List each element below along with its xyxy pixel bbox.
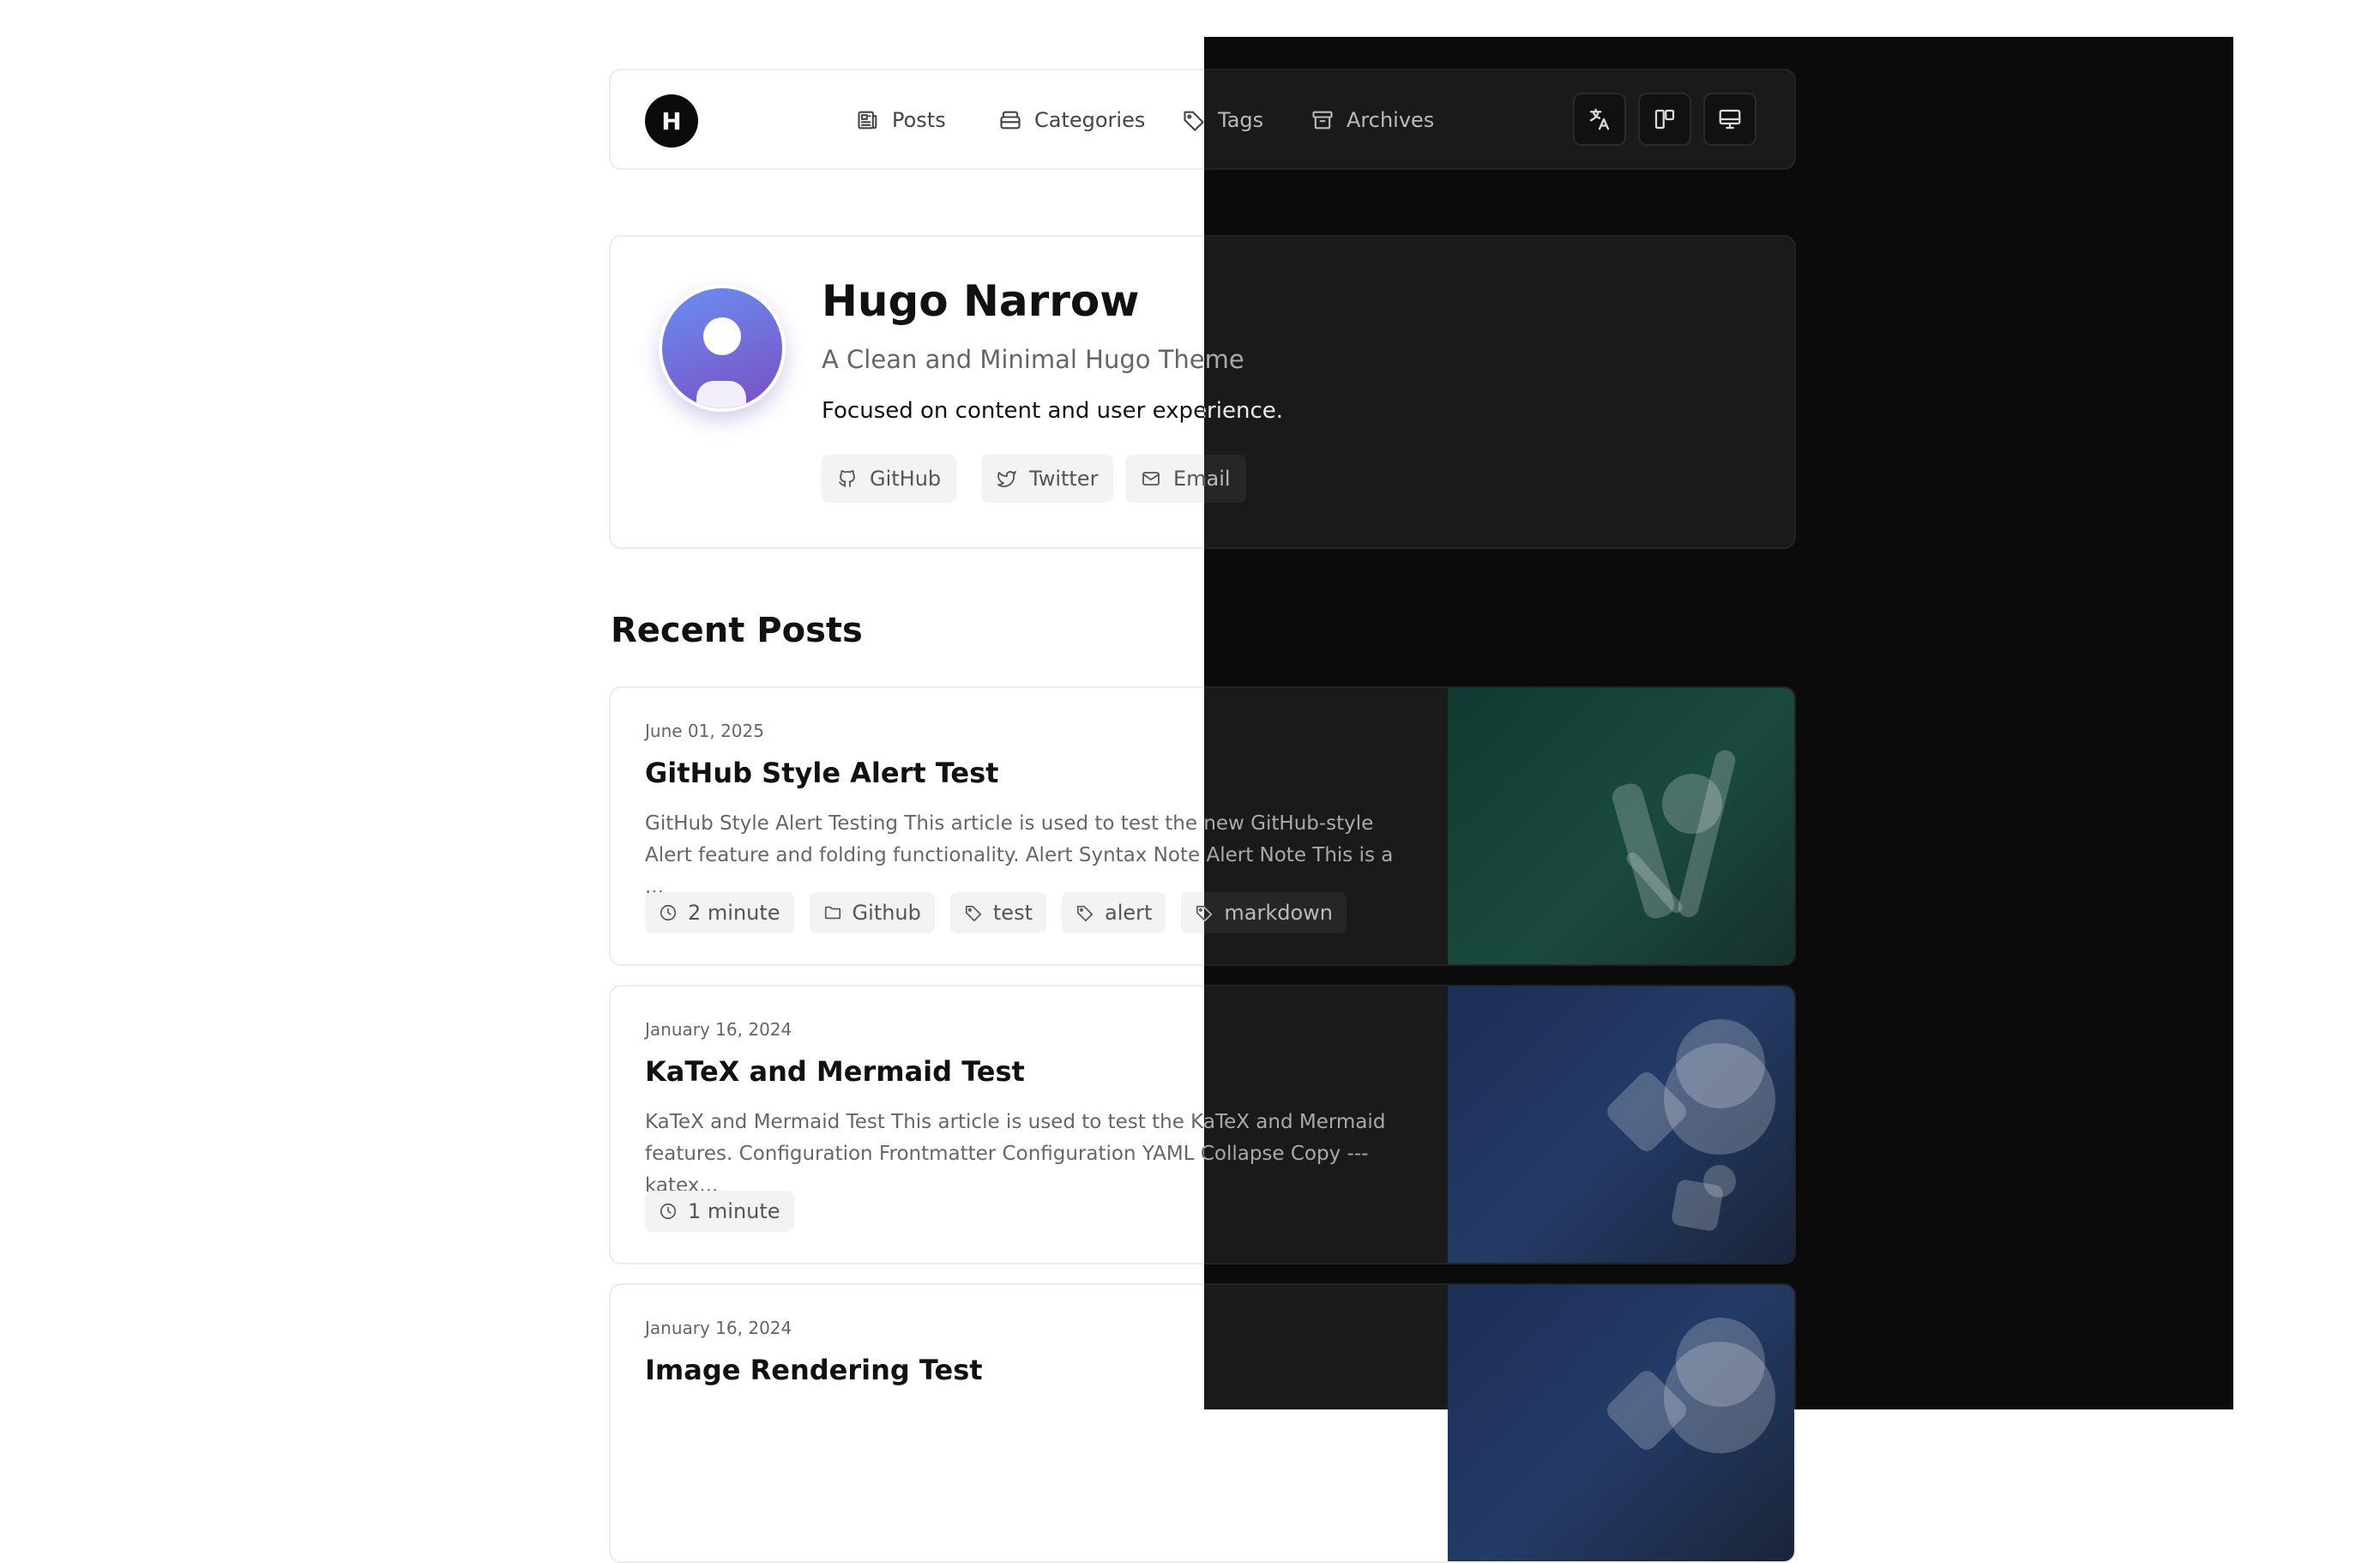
tag-label: markdown [1224, 901, 1334, 925]
thumbnail-shape [1662, 774, 1722, 834]
profile-card: Hugo Narrow A Clean and Minimal Hugo The… [1204, 235, 1796, 549]
folder-icon [1000, 111, 1021, 130]
github-link[interactable]: GitHub [822, 455, 957, 503]
clock-icon [660, 1203, 677, 1220]
twitter-link[interactable]: Twitter [981, 455, 1114, 503]
tag-icon [1204, 906, 1213, 921]
avatar-body-shape [696, 381, 746, 408]
nav-item-label: Tags [1218, 108, 1264, 132]
category-label: Github [852, 901, 921, 925]
language-switch-button[interactable] [1573, 93, 1626, 146]
thumbnail-shape [1703, 1165, 1736, 1198]
folder-icon [824, 906, 841, 920]
profile-tagline: A Clean and Minimal Hugo Theme [1204, 345, 1244, 374]
profile-name: Hugo Narrow [822, 276, 1140, 326]
github-icon [839, 470, 855, 487]
language-icon [1589, 108, 1610, 130]
layout-icon [1654, 109, 1675, 130]
top-navbar: H Posts Categories Tags Archives [1204, 69, 1796, 170]
tag-icon [1204, 108, 1206, 132]
profile-description: Focused on content and user experience. [1204, 398, 1284, 424]
post-meta: 2 minute Github test alert markdown [1204, 892, 1347, 933]
avatar [659, 285, 786, 412]
tag-icon [1076, 905, 1094, 921]
post-date: January 16, 2024 [645, 1019, 792, 1040]
reading-time-chip: 2 minute [645, 892, 794, 933]
recent-posts-heading: Recent Posts [611, 611, 863, 650]
nav-item-tags[interactable]: Tags [1204, 101, 1263, 139]
reading-time-chip: 1 minute [645, 1191, 794, 1232]
nav-item-posts[interactable]: Posts [856, 101, 946, 139]
tag-chip[interactable]: test [949, 892, 1046, 933]
profile-tagline: A Clean and Minimal Hugo Theme [822, 345, 1244, 374]
post-thumbnail[interactable] [1448, 688, 1794, 964]
archive-icon [1312, 111, 1333, 130]
post-title[interactable]: KaTeX and Mermaid Test [645, 1055, 1025, 1088]
post-excerpt: KaTeX and Mermaid Test This article is u… [1204, 1111, 1386, 1165]
thumbnail-shape [1664, 1043, 1775, 1155]
tag-icon [1184, 111, 1204, 131]
post-title[interactable]: Image Rendering Test [645, 1354, 983, 1386]
tag-label: test [992, 901, 1033, 925]
nav-item-categories[interactable]: Categories [998, 101, 1145, 139]
site-logo[interactable]: H [645, 94, 698, 148]
nav-item-archives[interactable]: Archives [1311, 101, 1434, 139]
reading-time: 1 minute [688, 1199, 780, 1223]
social-link-label: GitHub [870, 467, 942, 491]
theme-icon [1719, 109, 1741, 130]
mail-icon [1142, 472, 1160, 486]
tag-label: alert [1104, 901, 1153, 925]
twitter-icon [997, 471, 1016, 487]
nav-item-label: Archives [1347, 108, 1435, 132]
post-card[interactable]: January 16, 2024 KaTeX and Mermaid Test … [1204, 985, 1796, 1264]
dark-theme-view: H Posts Categories Tags Archives [1204, 37, 2233, 1409]
post-thumbnail[interactable] [1448, 1285, 1794, 1409]
social-link-label: Email [1204, 467, 1231, 491]
nav-item-label: Categories [1034, 108, 1146, 132]
tag-chip[interactable]: markdown [1204, 892, 1347, 933]
post-card[interactable]: June 01, 2025 GitHub Style Alert Test Gi… [1204, 686, 1796, 966]
newspaper-icon [858, 111, 877, 130]
email-link[interactable]: Email [1204, 455, 1246, 503]
post-date: June 01, 2025 [645, 721, 764, 741]
avatar-head-shape [703, 317, 741, 355]
nav-item-label: Posts [892, 108, 946, 132]
post-thumbnail[interactable] [1448, 987, 1794, 1263]
post-date: January 16, 2024 [645, 1318, 792, 1338]
social-link-label: Twitter [1029, 467, 1099, 491]
post-meta: 1 minute [645, 1191, 794, 1232]
theme-switch-button[interactable] [1703, 93, 1756, 146]
post-title[interactable]: GitHub Style Alert Test [645, 757, 998, 789]
category-chip[interactable]: Github [809, 892, 935, 933]
clock-icon [660, 904, 677, 921]
tag-chip[interactable]: alert [1061, 892, 1166, 933]
reading-time: 2 minute [688, 901, 780, 925]
theme-comparison-stage: H Posts Categories Tags Archives [0, 0, 2380, 1563]
tag-icon [965, 905, 981, 921]
post-excerpt: GitHub Style Alert Testing This article … [1204, 812, 1394, 866]
dark-theme-preview-panel: H Posts Categories Tags Archives [1204, 37, 2233, 1409]
layout-switch-button[interactable] [1638, 93, 1691, 146]
post-card[interactable]: January 16, 2024 Image Rendering Test [1204, 1283, 1796, 1409]
